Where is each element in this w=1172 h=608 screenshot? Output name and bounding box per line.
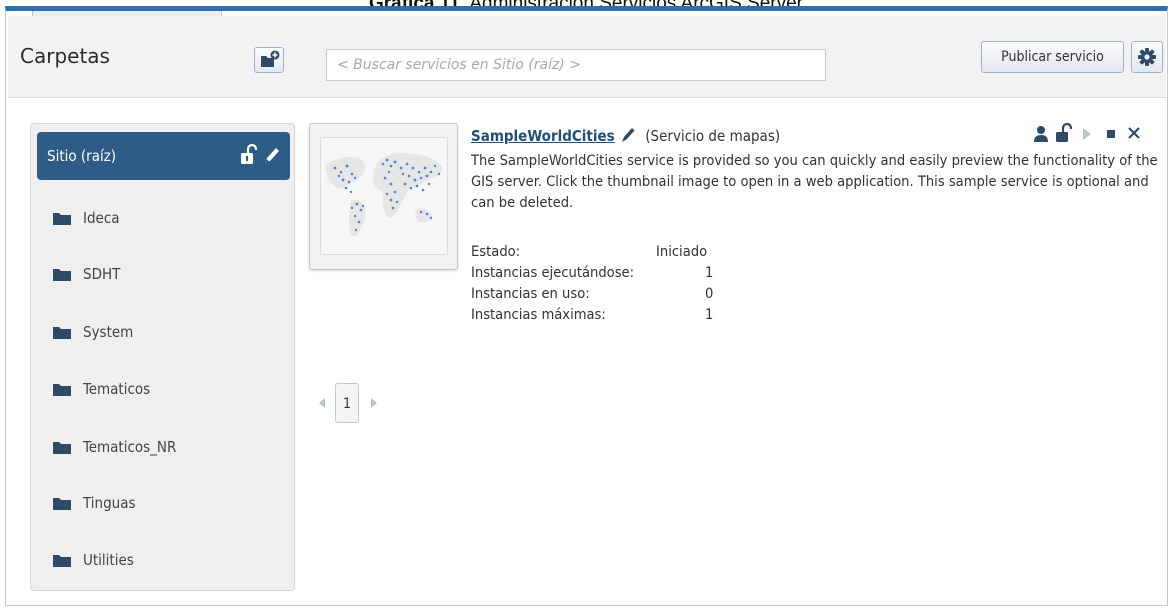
pencil-icon[interactable] [621, 127, 635, 143]
folder-label: Tematicos [83, 380, 151, 398]
pagination: 1 [315, 383, 395, 423]
service-thumbnail[interactable] [309, 123, 458, 270]
lock-icon[interactable] [1055, 123, 1073, 143]
folder-icon [53, 269, 71, 281]
pencil-icon[interactable] [262, 144, 280, 166]
new-folder-icon [261, 50, 280, 67]
world-map-image [321, 138, 447, 254]
folder-icon [53, 555, 71, 567]
page-number[interactable]: 1 [335, 383, 359, 423]
stat-label-running: Instancias ejecutándose: [471, 264, 635, 281]
sidebar-item-tinguas[interactable]: Tinguas [53, 491, 283, 515]
stat-label-max: Instancias máximas: [471, 306, 606, 323]
folders-sidebar: Sitio (raíz) Ideca SDHT System Tematicos [30, 123, 295, 591]
stat-value-max: 1 [705, 306, 714, 323]
world-cities-map-thumbnail [320, 137, 448, 255]
folder-icon [53, 384, 71, 396]
close-icon[interactable] [1127, 125, 1141, 141]
sidebar-item-root[interactable]: Sitio (raíz) [37, 132, 290, 180]
sidebar-item-ideca[interactable]: Ideca [53, 206, 283, 230]
root-actions [240, 144, 280, 166]
sidebar-root-label: Sitio (raíz) [47, 147, 117, 165]
play-icon[interactable] [1081, 126, 1093, 142]
gear-icon [1138, 48, 1156, 66]
folder-label: SDHT [83, 265, 121, 283]
sidebar-item-system[interactable]: System [53, 320, 283, 344]
stat-label-in-use: Instancias en uso: [471, 285, 590, 302]
publish-service-button[interactable]: Publicar servicio [981, 41, 1124, 73]
chevron-right-icon[interactable] [369, 397, 379, 409]
sidebar-item-sdht[interactable]: SDHT [53, 262, 283, 286]
stop-icon[interactable] [1105, 126, 1117, 142]
folder-icon [53, 213, 71, 225]
settings-button[interactable] [1131, 41, 1163, 73]
service-actions [1033, 123, 1151, 145]
chevron-left-icon[interactable] [317, 397, 327, 409]
lock-icon[interactable] [240, 144, 258, 166]
new-folder-button[interactable] [254, 47, 284, 73]
service-type: (Servicio de mapas) [645, 127, 781, 145]
folder-icon [53, 327, 71, 339]
service-title: SampleWorldCities (Servicio de mapas) [471, 127, 780, 145]
folder-label: Utilities [83, 551, 134, 569]
sidebar-item-tematicos-nr[interactable]: Tematicos_NR [53, 435, 283, 459]
stat-value-running: 1 [705, 264, 714, 281]
stat-label-estado: Estado: [471, 243, 521, 260]
sidebar-item-utilities[interactable]: Utilities [53, 548, 283, 572]
user-icon[interactable] [1033, 125, 1049, 143]
folder-icon [53, 498, 71, 510]
search-services-field[interactable] [326, 49, 826, 81]
folder-label: Tinguas [83, 494, 136, 512]
stat-value-estado: Iniciado [656, 243, 708, 260]
folders-title: Carpetas [20, 44, 110, 68]
service-name-link[interactable]: SampleWorldCities [471, 127, 615, 145]
stat-value-in-use: 0 [705, 285, 714, 302]
folder-label: Ideca [83, 209, 120, 227]
toolbar: Carpetas Publicar servicio [8, 16, 1166, 98]
search-input[interactable] [327, 50, 825, 80]
folder-icon [53, 442, 71, 454]
sidebar-item-tematicos[interactable]: Tematicos [53, 377, 283, 401]
service-description: The SampleWorldCities service is provide… [471, 152, 1158, 211]
folder-label: Tematicos_NR [83, 438, 177, 456]
folder-label: System [83, 323, 134, 341]
